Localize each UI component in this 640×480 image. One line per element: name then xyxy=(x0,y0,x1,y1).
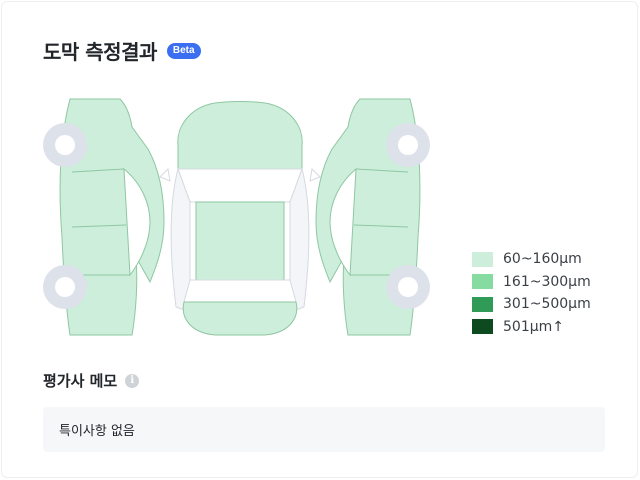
legend-label: 161~300μm xyxy=(503,273,591,290)
car-diagram xyxy=(43,98,430,336)
memo-box: 특이사항 없음 xyxy=(43,407,605,452)
top-roof-panel[interactable] xyxy=(195,201,285,281)
right-mirror xyxy=(309,167,321,182)
legend-item: 501μm↑ xyxy=(472,316,591,339)
left-rear-hub xyxy=(55,277,75,297)
legend-item: 161~300μm xyxy=(472,271,591,294)
legend-label: 60~160μm xyxy=(503,251,582,268)
legend-label: 501μm↑ xyxy=(503,318,564,335)
legend-item: 60~160μm xyxy=(472,248,591,271)
right-front-hub xyxy=(398,135,418,155)
legend-swatch xyxy=(472,251,493,267)
top-trunk-panel[interactable] xyxy=(182,301,298,336)
car-left-side-view xyxy=(43,98,165,336)
legend-swatch xyxy=(472,274,493,290)
car-right-side-view xyxy=(315,98,430,336)
header: 도막 측정결과 Beta xyxy=(43,36,201,65)
legend-swatch xyxy=(472,319,493,335)
right-rear-hub xyxy=(398,277,418,297)
memo-header: 평가사 메모 i xyxy=(43,370,140,391)
left-mirror xyxy=(159,167,171,182)
top-windshield xyxy=(177,168,303,203)
legend-label: 301~500μm xyxy=(503,296,591,313)
top-hood-panel[interactable] xyxy=(177,101,303,170)
thickness-legend: 60~160μm 161~300μm 301~500μm 501μm↑ xyxy=(472,248,591,338)
memo-text: 특이사항 없음 xyxy=(59,424,135,439)
beta-badge: Beta xyxy=(166,42,201,59)
car-top-view xyxy=(159,101,321,336)
info-icon[interactable]: i xyxy=(125,373,140,388)
left-front-hub xyxy=(55,135,75,155)
paint-measurement-card: 도막 측정결과 Beta 60~160μm 161~300μm 301~500μ… xyxy=(1,1,638,478)
legend-item: 301~500μm xyxy=(472,293,591,316)
page-title: 도막 측정결과 xyxy=(43,40,157,64)
legend-swatch xyxy=(472,296,493,312)
top-rear-window xyxy=(183,279,297,303)
memo-title: 평가사 메모 xyxy=(43,372,118,390)
